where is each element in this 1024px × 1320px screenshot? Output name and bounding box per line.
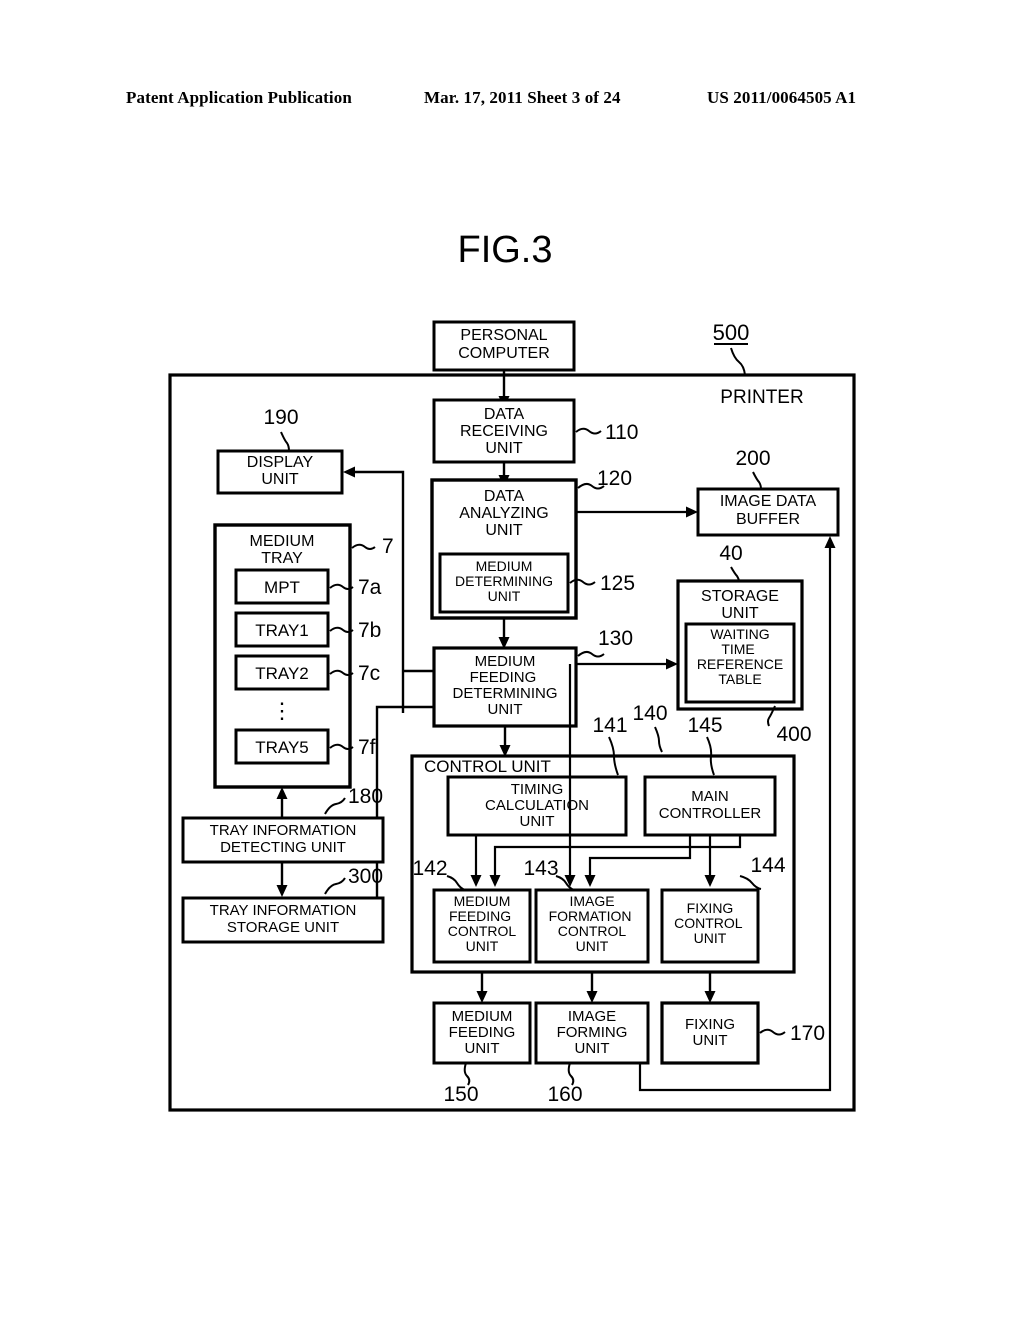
ref-160: 160 (547, 1083, 582, 1106)
tray-label-tray1: TRAY1 (255, 621, 309, 640)
patent-sheet: Patent Application Publication Mar. 17, … (0, 0, 1024, 1320)
ref-500: 500 (713, 320, 750, 345)
ref-7: 7 (382, 535, 394, 558)
ref-200: 200 (735, 447, 770, 470)
ref-143: 143 (523, 857, 558, 880)
ref-7a: 7a (358, 576, 382, 599)
ref-125: 125 (600, 572, 635, 595)
ref-141: 141 (592, 714, 627, 737)
control-unit-label: CONTROL UNIT (424, 757, 551, 776)
tray-information-detecting-unit-label: TRAY INFORMATION DETECTING UNIT (210, 822, 357, 856)
tray-ellipsis: ⋮ (271, 698, 293, 723)
ref-7b: 7b (358, 619, 381, 642)
ref-300: 300 (348, 865, 383, 888)
tray-information-storage-unit-label: TRAY INFORMATION STORAGE UNIT (210, 902, 357, 936)
personal-computer-label: PERSONAL COMPUTER (458, 327, 550, 362)
ref-130: 130 (598, 627, 633, 650)
tray-label-tray5: TRAY5 (255, 738, 309, 757)
ref-145: 145 (687, 714, 722, 737)
ref-170: 170 (790, 1022, 825, 1045)
ref-144: 144 (750, 854, 785, 877)
ref-7f: 7f (358, 736, 376, 759)
ref-120: 120 (597, 467, 632, 490)
ref-7c: 7c (358, 662, 380, 685)
printer-label: PRINTER (720, 387, 803, 408)
figure-title: FIG.3 (457, 229, 552, 271)
ref-190: 190 (263, 406, 298, 429)
tray-label-mpt: MPT (264, 578, 300, 597)
ref-140: 140 (632, 702, 667, 725)
ref-150: 150 (443, 1083, 478, 1106)
ref-110: 110 (605, 421, 638, 444)
figure-3-block-diagram: FIG.3 PRINTER 500 PERSONAL COMPUTER DATA R… (168, 229, 856, 1112)
ref-400: 400 (776, 723, 811, 746)
ref-142: 142 (412, 857, 447, 880)
leader-500 (730, 347, 746, 376)
ref-180: 180 (348, 785, 383, 808)
ref-40: 40 (719, 542, 742, 565)
tray-label-tray2: TRAY2 (255, 664, 309, 683)
